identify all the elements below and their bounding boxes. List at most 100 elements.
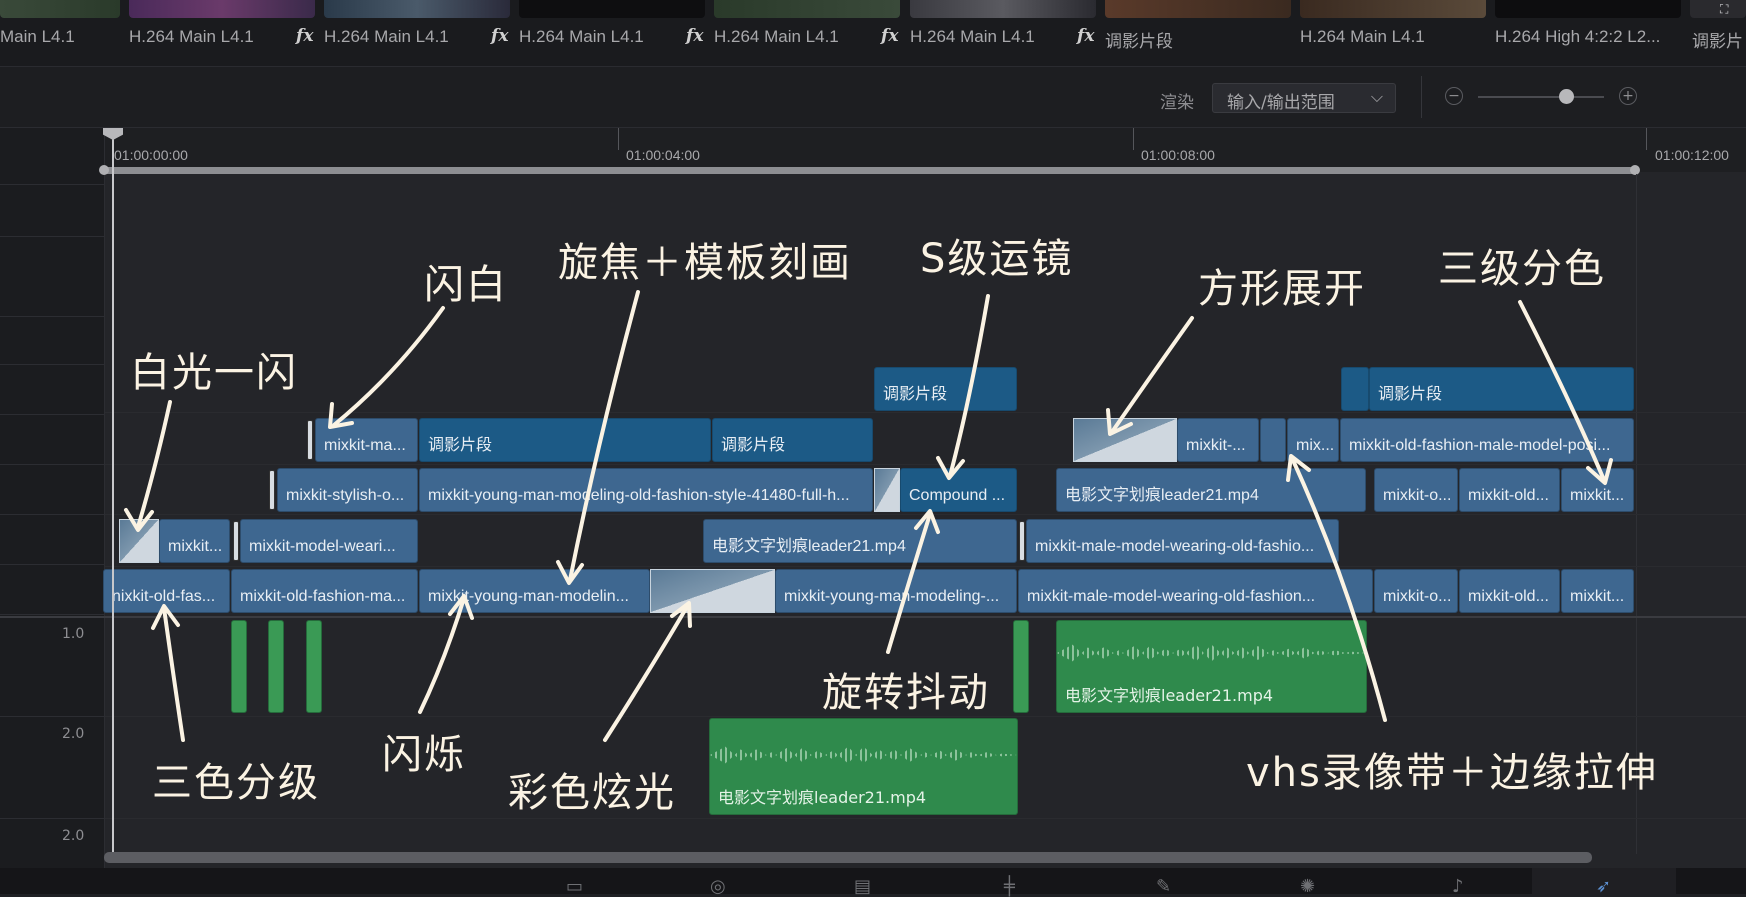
transition-marker[interactable] [119,519,159,563]
media-thumbnail[interactable] [0,0,120,18]
media-thumbnail[interactable] [1300,0,1486,18]
media-codec-label: Main L4.1 [0,27,75,46]
fx-icon: fx [881,26,899,46]
audio-track-volume[interactable]: 2.0 [62,726,84,742]
media-thumbnail[interactable] [1105,0,1291,18]
zoom-slider-thumb[interactable] [1558,89,1574,104]
zoom-in-button[interactable]: + [1619,87,1637,105]
timeline-clip[interactable]: mixkit-old-fashion-ma... [231,569,418,613]
clip-edge-handle[interactable] [269,470,275,510]
timeline-clip[interactable]: mixkit-young-man-modelin... [419,569,650,613]
ruler-timecode: 01:00:08:00 [1141,147,1215,163]
media-codec-label: 调影片 [1692,32,1743,51]
ruler-timecode: 01:00:04:00 [626,147,700,163]
timeline-clip[interactable]: nixkit-old-fas... [103,569,230,613]
annotation-text: 三级分色 [1438,246,1606,292]
clip-label: 电影文字划痕leader21.mp4 [1065,487,1259,504]
timeline-clip[interactable]: mixkit-old... [1459,569,1560,613]
media-thumbnail[interactable] [714,0,900,18]
zoom-out-button[interactable]: − [1445,87,1463,105]
clip-label: mixkit-o... [1383,588,1452,605]
toolbar-divider [1421,76,1422,118]
timeline-clip[interactable]: mixkit... [1561,569,1634,613]
timeline-clip[interactable]: mixkit... [1561,468,1634,512]
clip-label: mixkit-old-fashion-male-model-posi... [1349,437,1611,454]
clip-edge-handle[interactable] [233,521,239,561]
media-codec-label: H.264 Main L4.1 [910,27,1035,46]
audio-clip[interactable]: 电影文字划痕leader21.mp4 [1056,620,1367,713]
timeline-clip[interactable]: mixkit-ma... [315,418,418,462]
horizontal-scrollbar[interactable] [104,852,1592,863]
media-codec-label: H.264 Main L4.1 [1300,27,1425,46]
clip-edge-handle[interactable] [1019,521,1025,561]
playhead-line[interactable] [112,130,114,852]
timecode-ruler[interactable] [105,128,1746,172]
clip-label: 电影文字划痕leader21.mp4 [718,788,927,807]
clip-label: nixkit-old-fas... [112,588,216,605]
timeline-clip[interactable]: 电影文字划痕leader21.mp4 [703,519,1017,563]
timeline-clip[interactable]: mix... [1287,418,1339,462]
timeline-clip[interactable]: mixkit-stylish-o... [277,468,418,512]
annotation-text: 三色分级 [152,760,320,806]
media-thumbnail[interactable] [1690,0,1746,18]
track-headers: 1.0 2.0 2.0 [0,128,105,868]
timeline-clip[interactable]: 调影片段 [712,418,873,462]
fx-icon: fx [686,26,704,46]
media-thumbnail[interactable] [910,0,1096,18]
clip-label: 调影片段 [883,386,948,403]
media-thumbnail[interactable] [519,0,705,18]
ruler-tick [1133,128,1134,150]
annotation-text: vhs录像带＋边缘拉伸 [1246,750,1658,796]
timeline-clip[interactable]: mixkit-old... [1459,468,1560,512]
out-point-handle[interactable] [1630,165,1640,175]
fullscreen-icon[interactable]: ⛶ [1720,2,1728,17]
timeline-clip[interactable]: mixkit-young-man-modeling-old-fashion-st… [419,468,873,512]
clip-label: mixkit-old-fashion-ma... [240,588,406,605]
audio-track-volume[interactable]: 2.0 [62,828,84,844]
fx-icon: fx [296,26,314,46]
clip-label: mixkit-... [1186,437,1246,454]
audio-clip[interactable] [1013,620,1029,713]
audio-clip[interactable] [231,620,247,713]
transition-marker[interactable] [650,569,775,613]
audio-clip[interactable] [306,620,322,713]
timeline-clip[interactable]: mixkit-young-man-modeling-... [775,569,1017,613]
clip-edge-handle[interactable] [307,420,313,460]
timeline-clip[interactable]: mixkit-o... [1374,569,1458,613]
render-range-dropdown[interactable]: 输入/输出范围 ⌵ [1212,83,1396,113]
in-point-handle[interactable] [99,165,109,175]
clip-label: mixkit-ma... [324,437,406,454]
timeline-clip[interactable]: Compound ... [900,468,1017,512]
clip-label: 调影片段 [1378,386,1443,403]
media-thumbnail[interactable] [1495,0,1681,18]
timeline-clip[interactable]: mixkit-model-weari... [240,519,418,563]
timeline-clip[interactable]: mixkit-old-fashion-male-model-posi... [1340,418,1634,462]
timeline-clip[interactable] [1341,367,1369,411]
timeline-clip[interactable]: 调影片段 [419,418,711,462]
timeline-clip[interactable]: mixkit... [159,519,230,563]
timeline-clip[interactable]: mixkit-o... [1374,468,1458,512]
timeline-clip[interactable]: mixkit-male-model-wearing-old-fashio... [1026,519,1339,563]
timeline-clip[interactable]: mixkit-... [1177,418,1259,462]
clip-label: mixkit-o... [1383,487,1452,504]
zoom-slider-track[interactable] [1478,96,1604,98]
annotation-text: 彩色炫光 [508,770,676,816]
fx-icon: fx [491,26,509,46]
clip-label: mixkit-old... [1468,487,1549,504]
timeline-clip[interactable]: mixkit-male-model-wearing-old-fashion... [1018,569,1373,613]
timeline-clip[interactable]: 调影片段 [874,367,1017,411]
ruler-timecode: 01:00:00:00 [114,147,188,163]
audio-clip[interactable] [268,620,284,713]
media-thumbnail[interactable] [129,0,315,18]
audio-clip[interactable]: 电影文字划痕leader21.mp4 [709,718,1018,815]
media-thumbnail[interactable] [324,0,510,18]
clip-label: mixkit-model-weari... [249,538,396,555]
timeline-clip[interactable] [1260,418,1286,462]
transition-marker[interactable] [874,468,900,512]
clip-label: 调影片段 [428,437,493,454]
timeline-clip[interactable]: 电影文字划痕leader21.mp4 [1056,468,1366,512]
transition-marker[interactable] [1073,418,1177,462]
timeline-clip[interactable]: 调影片段 [1369,367,1634,411]
audio-track-volume[interactable]: 1.0 [62,626,84,642]
in-out-range-bar[interactable] [103,167,1637,174]
